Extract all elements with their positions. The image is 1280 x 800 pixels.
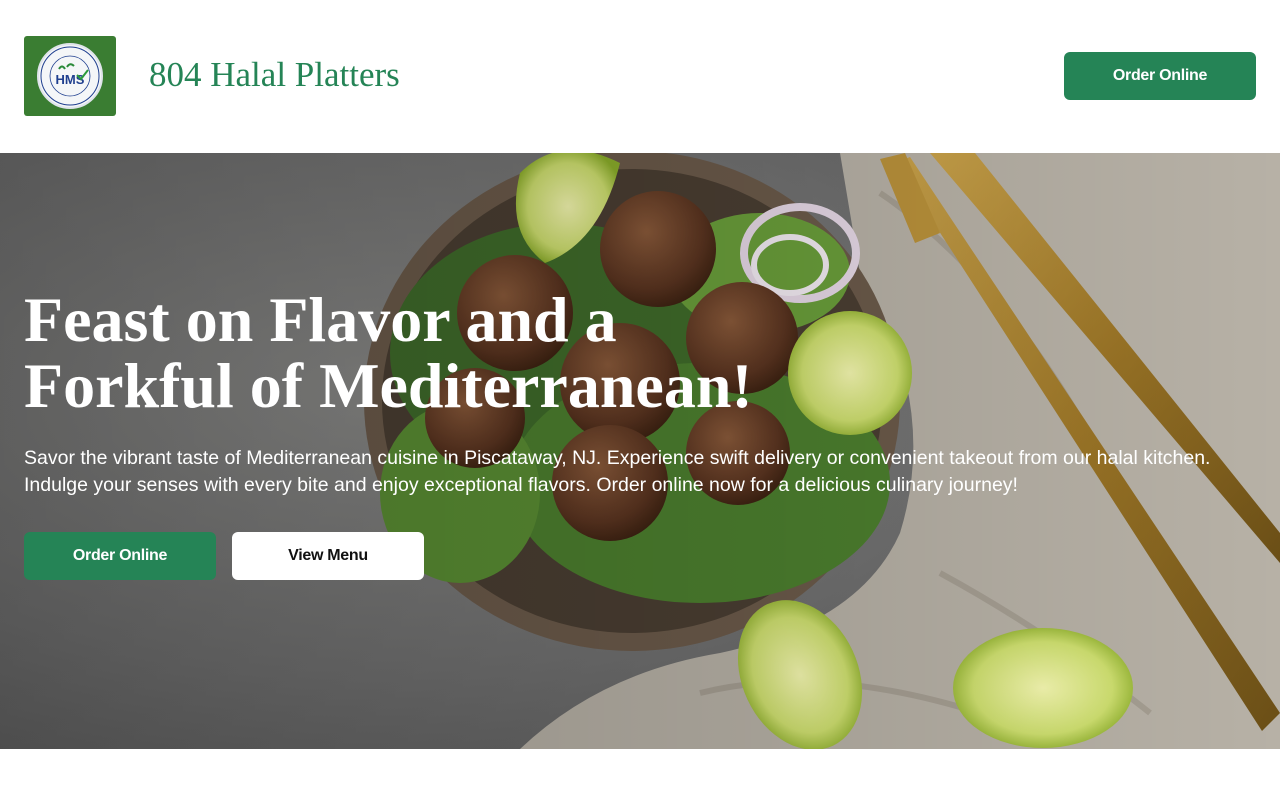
hms-logo[interactable]: HMS xyxy=(24,36,116,116)
hero-section: Feast on Flavor and a Forkful of Mediter… xyxy=(0,153,1280,749)
hero-headline-line-2: Forkful of Mediterranean! xyxy=(24,350,753,421)
hero-headline: Feast on Flavor and a Forkful of Mediter… xyxy=(24,287,924,419)
hero-description: Savor the vibrant taste of Mediterranean… xyxy=(24,447,1211,496)
view-menu-button[interactable]: View Menu xyxy=(232,532,424,580)
header-order-online-button[interactable]: Order Online xyxy=(1064,52,1256,100)
hms-seal-icon: HMS xyxy=(37,43,103,109)
restaurant-name[interactable]: 804 Halal Platters xyxy=(149,54,400,96)
site-header: HMS 804 Halal Platters Order Online xyxy=(0,0,1280,153)
hero-order-online-button[interactable]: Order Online xyxy=(24,532,216,580)
hero-headline-line-1: Feast on Flavor and a xyxy=(24,284,617,355)
